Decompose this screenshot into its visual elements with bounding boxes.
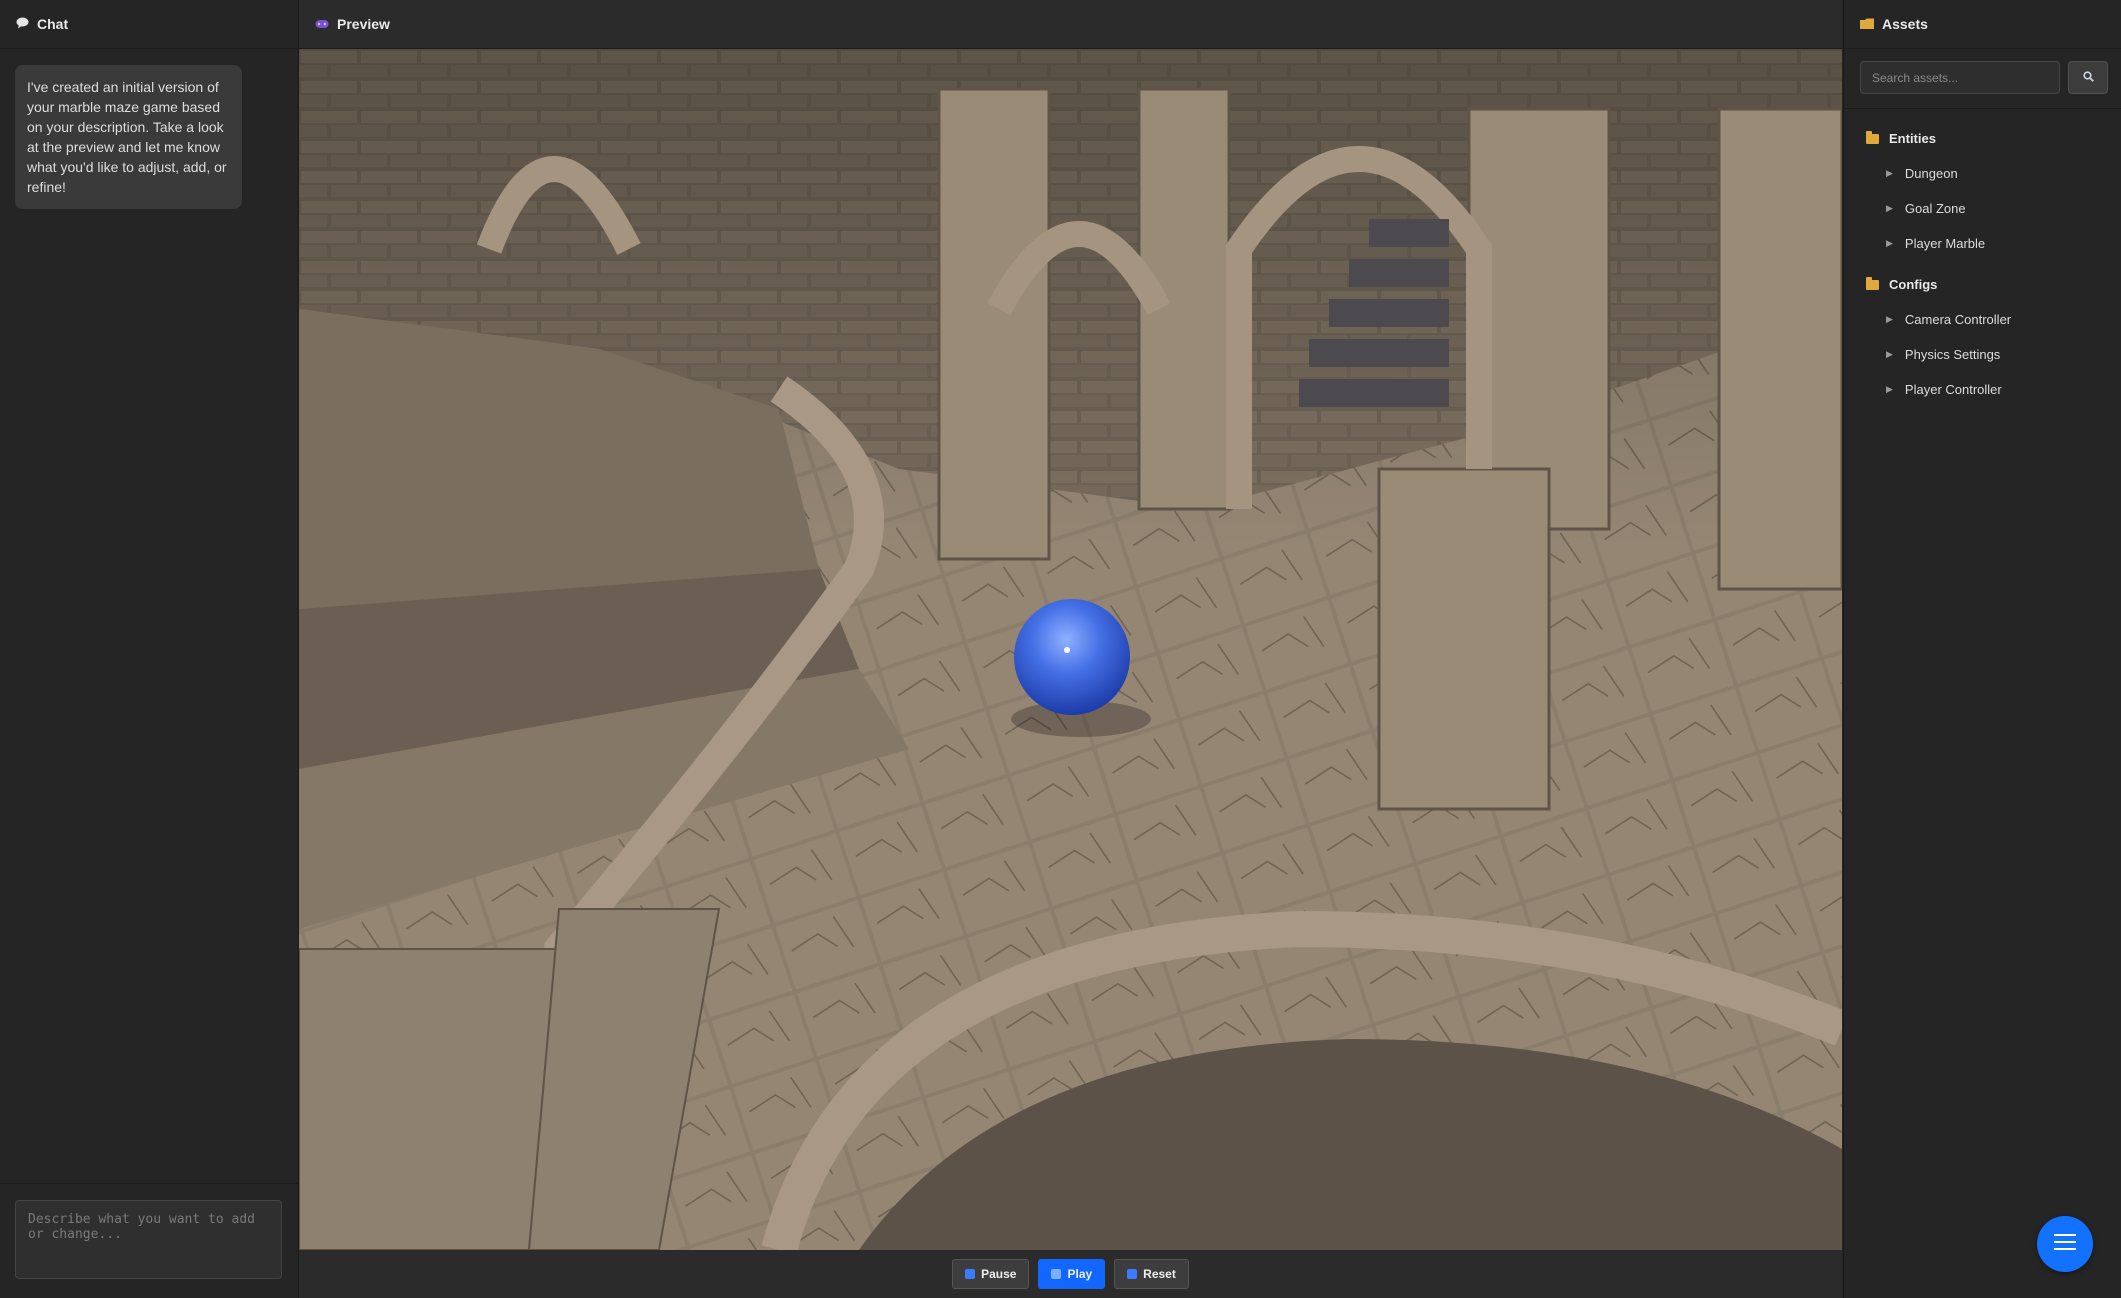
- chat-header: Chat: [0, 0, 298, 49]
- speech-bubble-icon: [16, 16, 29, 32]
- expand-arrow-icon: ▶: [1886, 168, 1893, 178]
- menu-icon: [2054, 1233, 2076, 1256]
- assets-panel: Assets Entities ▶ Dungeon ▶ Goal Zone ▶ …: [1843, 0, 2121, 1298]
- folder-configs[interactable]: Configs: [1844, 267, 2121, 302]
- chat-title: Chat: [37, 16, 69, 32]
- expand-arrow-icon: ▶: [1886, 314, 1893, 324]
- asset-item-dungeon[interactable]: ▶ Dungeon: [1844, 156, 2121, 191]
- search-button[interactable]: [2068, 61, 2108, 94]
- play-button[interactable]: Play: [1038, 1259, 1106, 1289]
- dungeon-scene: [299, 49, 1842, 1250]
- assets-title: Assets: [1882, 16, 1928, 32]
- asset-item-camera-controller[interactable]: ▶ Camera Controller: [1844, 302, 2121, 337]
- player-marble: [1014, 599, 1130, 715]
- asset-search: [1860, 61, 2108, 94]
- play-icon: [1051, 1269, 1062, 1279]
- preview-header: Preview: [299, 0, 1842, 49]
- asset-item-player-marble[interactable]: ▶ Player Marble: [1844, 226, 2121, 261]
- reset-icon: [1127, 1269, 1138, 1279]
- assets-header: Assets: [1844, 0, 2121, 49]
- asset-search-input[interactable]: [1860, 61, 2060, 94]
- gamepad-icon: [315, 16, 329, 32]
- expand-arrow-icon: ▶: [1886, 238, 1893, 248]
- magnifier-icon: [2082, 69, 2094, 87]
- pause-icon: [965, 1269, 976, 1279]
- asset-item-goal-zone[interactable]: ▶ Goal Zone: [1844, 191, 2121, 226]
- folder-entities[interactable]: Entities: [1844, 121, 2121, 156]
- reset-button[interactable]: Reset: [1114, 1259, 1189, 1289]
- preview-panel: Preview Pause Play Reset: [299, 0, 1842, 1298]
- asset-item-player-controller[interactable]: ▶ Player Controller: [1844, 372, 2121, 407]
- chat-panel: Chat I've created an initial version of …: [0, 0, 299, 1298]
- folder-icon: [1860, 16, 1874, 32]
- chat-input[interactable]: [15, 1200, 282, 1279]
- pause-button[interactable]: Pause: [952, 1259, 1030, 1289]
- asset-item-physics-settings[interactable]: ▶ Physics Settings: [1844, 337, 2121, 372]
- asset-tree: Entities ▶ Dungeon ▶ Goal Zone ▶ Player …: [1844, 108, 2121, 407]
- chat-footer: [0, 1183, 298, 1298]
- preview-title: Preview: [337, 16, 390, 32]
- expand-arrow-icon: ▶: [1886, 203, 1893, 213]
- folder-icon: [1866, 130, 1879, 144]
- expand-arrow-icon: ▶: [1886, 384, 1893, 394]
- menu-fab-button[interactable]: [2037, 1216, 2093, 1272]
- folder-icon: [1866, 276, 1879, 290]
- playback-controls: Pause Play Reset: [299, 1250, 1842, 1298]
- game-viewport[interactable]: [299, 49, 1842, 1250]
- expand-arrow-icon: ▶: [1886, 349, 1893, 359]
- assistant-message: I've created an initial version of your …: [15, 65, 242, 209]
